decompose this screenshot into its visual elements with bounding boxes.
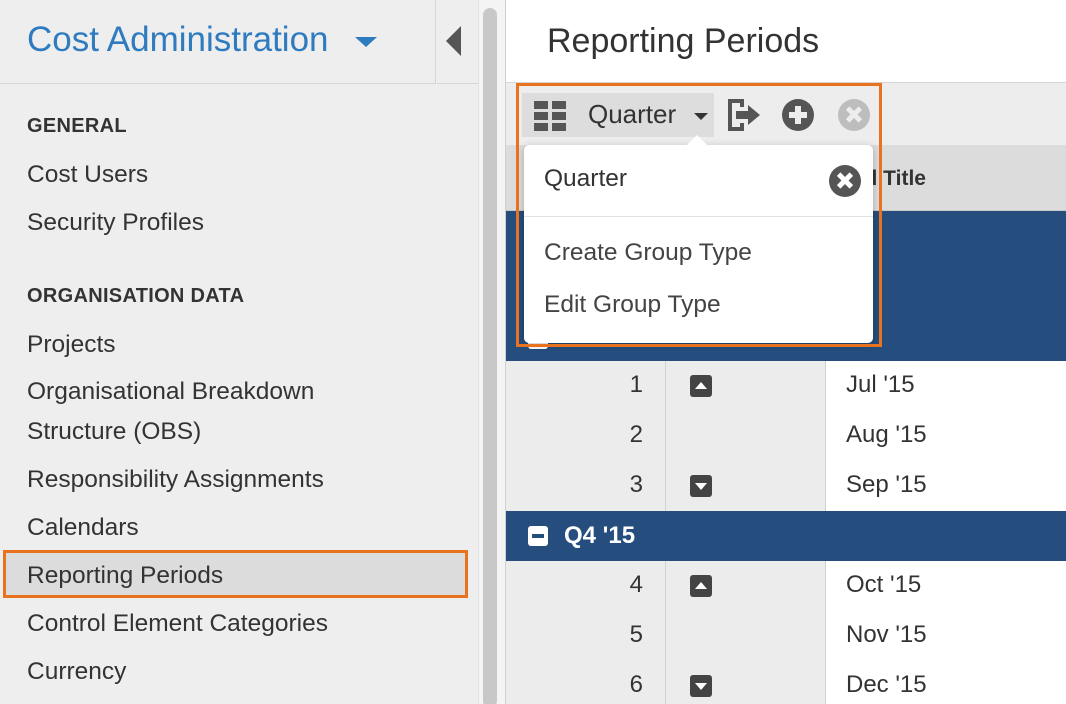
period-title: Jul '15 xyxy=(846,371,915,398)
dropdown-divider xyxy=(524,216,873,217)
move-up-icon[interactable] xyxy=(690,575,712,597)
move-down-icon[interactable] xyxy=(690,475,712,497)
table-row[interactable]: 4 Oct '15 xyxy=(506,561,1066,611)
row-number: 4 xyxy=(629,571,643,598)
group-by-dropdown: Quarter Create Group Type Edit Group Typ… xyxy=(524,135,873,343)
chevron-down-icon[interactable] xyxy=(355,37,377,47)
period-title: Oct '15 xyxy=(846,571,922,598)
sidebar-header[interactable]: Cost Administration xyxy=(0,0,436,84)
table-row[interactable]: 3 Sep '15 xyxy=(506,461,1066,511)
chevron-left-icon xyxy=(446,26,461,56)
app-title[interactable]: Cost Administration xyxy=(27,20,329,60)
row-number: 2 xyxy=(629,421,643,448)
grid-icon xyxy=(534,101,570,131)
row-number: 3 xyxy=(629,471,643,498)
sidebar-item-responsibility-assignments[interactable]: Responsibility Assignments xyxy=(0,460,478,500)
period-title: Sep '15 xyxy=(846,471,927,498)
sidebar-item-security-profiles[interactable]: Security Profiles xyxy=(0,203,478,243)
sidebar-item-calendars[interactable]: Calendars xyxy=(0,508,478,548)
main-panel: Reporting Periods Quarter eriod Title 1 xyxy=(506,0,1066,704)
group-row-q4[interactable]: Q4 '15 xyxy=(506,511,1066,561)
group-by-label: Quarter xyxy=(588,99,677,129)
dropdown-pointer xyxy=(686,135,708,146)
page-title: Reporting Periods xyxy=(547,22,820,60)
menu-item-edit-group-type[interactable]: Edit Group Type xyxy=(544,291,721,319)
collapse-icon[interactable] xyxy=(528,526,548,546)
period-title: Dec '15 xyxy=(846,671,927,698)
period-title: Nov '15 xyxy=(846,621,927,648)
toolbar: Quarter xyxy=(506,83,1066,145)
period-title: Aug '15 xyxy=(846,421,927,448)
dropdown-selected-value[interactable]: Quarter xyxy=(544,165,627,193)
sidebar-scrollbar[interactable] xyxy=(478,0,506,704)
menu-item-create-group-type[interactable]: Create Group Type xyxy=(544,239,752,267)
sidebar-item-obs-line1[interactable]: Organisational Breakdown xyxy=(0,372,478,412)
sidebar-item-cost-users[interactable]: Cost Users xyxy=(0,155,478,195)
collapse-sidebar-button[interactable] xyxy=(437,0,478,84)
sidebar-item-reporting-periods[interactable]: Reporting Periods xyxy=(3,550,468,598)
row-number: 1 xyxy=(629,371,643,398)
sidebar: Cost Administration GENERAL Cost Users S… xyxy=(0,0,478,704)
table-row[interactable]: 5 Nov '15 xyxy=(506,611,1066,661)
table-row[interactable]: 6 Dec '15 xyxy=(506,661,1066,704)
section-heading-general: GENERAL xyxy=(27,115,127,137)
sidebar-item-control-element-categories[interactable]: Control Element Categories xyxy=(0,604,478,644)
scrollbar-thumb[interactable] xyxy=(483,8,497,704)
caret-down-icon xyxy=(694,113,708,120)
add-icon[interactable] xyxy=(782,99,814,131)
group-label: Q4 '15 xyxy=(564,522,636,549)
table-row[interactable]: 1 Jul '15 xyxy=(506,361,1066,411)
row-number: 5 xyxy=(629,621,643,648)
remove-icon[interactable] xyxy=(838,99,870,131)
section-heading-organisation-data: ORGANISATION DATA xyxy=(27,285,245,307)
clear-icon[interactable] xyxy=(829,165,861,197)
group-by-button[interactable]: Quarter xyxy=(522,93,714,137)
move-down-icon[interactable] xyxy=(690,675,712,697)
move-up-icon[interactable] xyxy=(690,375,712,397)
sidebar-item-projects[interactable]: Projects xyxy=(0,325,478,365)
sidebar-item-currency[interactable]: Currency xyxy=(0,652,478,692)
table-row[interactable]: 2 Aug '15 xyxy=(506,411,1066,461)
sidebar-item-obs-line2[interactable]: Structure (OBS) xyxy=(0,412,478,452)
row-number: 6 xyxy=(629,671,643,698)
export-icon[interactable] xyxy=(726,97,762,133)
